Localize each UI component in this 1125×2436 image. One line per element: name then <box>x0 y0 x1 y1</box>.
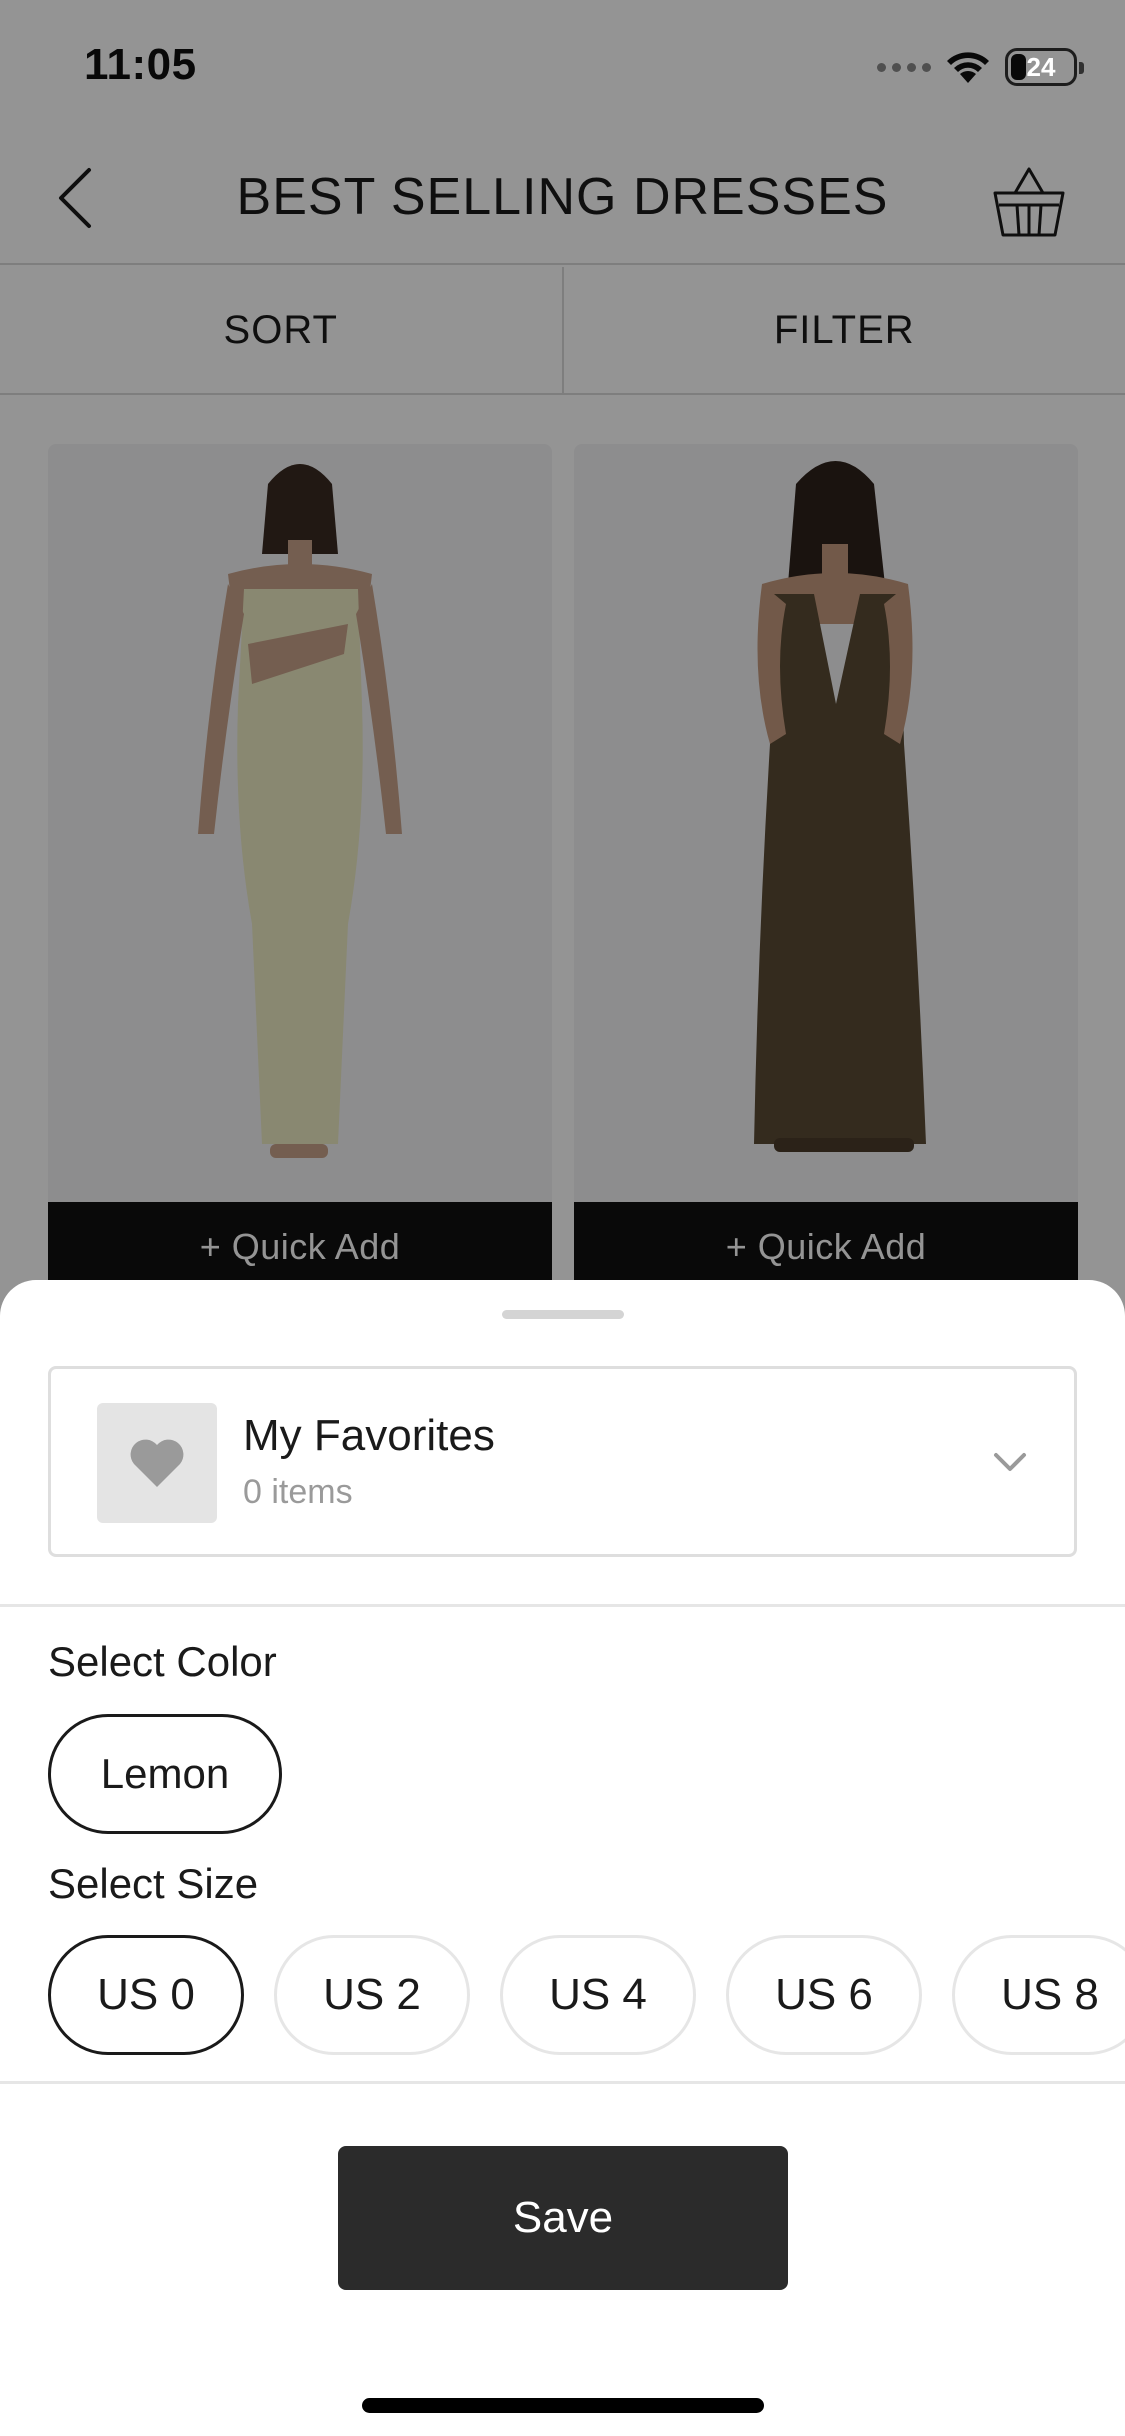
color-option-lemon[interactable]: Lemon <box>48 1714 282 1834</box>
select-color-label: Select Color <box>48 1638 277 1685</box>
select-size-label: Select Size <box>48 1860 259 1907</box>
size-option-us-8[interactable]: US 8 <box>952 1935 1125 2055</box>
save-button[interactable]: Save <box>338 2146 788 2290</box>
list-item-count: 0 items <box>243 1473 353 1511</box>
divider <box>0 2081 1125 2084</box>
size-option-us-4[interactable]: US 4 <box>500 1935 696 2055</box>
chevron-down-icon <box>994 1453 1026 1471</box>
list-selector-dropdown[interactable]: My Favorites 0 items <box>48 1366 1077 1557</box>
heart-icon <box>130 1439 184 1487</box>
size-option-us-2[interactable]: US 2 <box>274 1935 470 2055</box>
size-option-us-6[interactable]: US 6 <box>726 1935 922 2055</box>
size-options: US 0 US 2 US 4 US 6 US 8 <box>48 1935 1125 2055</box>
home-indicator[interactable] <box>362 2398 764 2413</box>
size-option-us-0[interactable]: US 0 <box>48 1935 244 2055</box>
screen: 11:05 24 BEST SELLING DRESSES SORT FILTE… <box>0 0 1125 2436</box>
add-to-list-sheet: My Favorites 0 items Select Color Lemon … <box>0 1280 1125 2436</box>
list-thumbnail <box>97 1403 217 1523</box>
sheet-drag-handle[interactable] <box>502 1310 624 1319</box>
divider <box>0 1604 1125 1607</box>
list-name: My Favorites <box>243 1411 495 1460</box>
battery-level: 24 <box>1026 51 1056 82</box>
